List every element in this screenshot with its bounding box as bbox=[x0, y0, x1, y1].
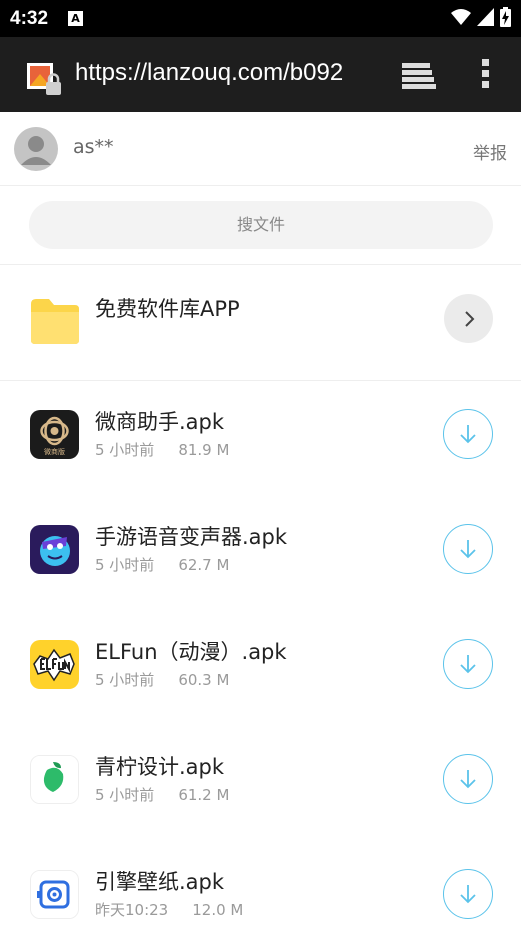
download-arrow-icon bbox=[460, 885, 476, 904]
voice-changer-app-icon bbox=[30, 525, 79, 574]
download-button[interactable] bbox=[443, 869, 493, 919]
tabs-icon[interactable] bbox=[400, 61, 436, 89]
report-link[interactable]: 举报 bbox=[473, 139, 507, 164]
download-button[interactable] bbox=[443, 524, 493, 574]
weishang-app-icon: 微商版 bbox=[30, 410, 79, 459]
file-meta: 5 小时前 60.3 M bbox=[95, 669, 229, 690]
open-folder-button[interactable] bbox=[444, 294, 493, 343]
download-arrow-icon bbox=[460, 770, 476, 789]
file-meta: 5 小时前 81.9 M bbox=[95, 439, 229, 460]
status-time: 4:32 bbox=[10, 8, 49, 29]
engine-wallpaper-app-icon bbox=[30, 870, 79, 919]
wifi-icon bbox=[451, 9, 471, 25]
folder-name: 免费软件库APP bbox=[95, 297, 240, 321]
folder-row[interactable]: 免费软件库APP bbox=[0, 265, 521, 381]
avatar[interactable] bbox=[14, 127, 58, 171]
folder-icon bbox=[31, 299, 79, 344]
chevron-right-icon bbox=[464, 310, 474, 327]
download-arrow-icon bbox=[460, 540, 476, 559]
file-meta: 5 小时前 62.7 M bbox=[95, 554, 229, 575]
file-row[interactable]: 手游语音变声器.apk 5 小时前 62.7 M bbox=[0, 496, 521, 611]
download-button[interactable] bbox=[443, 754, 493, 804]
file-time: 昨天10:23 bbox=[95, 901, 169, 919]
file-meta: 昨天10:23 12.0 M bbox=[95, 899, 243, 920]
browser-toolbar: https://lanzouq.com/b092 bbox=[0, 37, 521, 112]
notification-icon: A bbox=[68, 11, 83, 26]
file-size: 12.0 M bbox=[192, 901, 244, 919]
qingning-app-icon bbox=[30, 755, 79, 804]
download-button[interactable] bbox=[443, 409, 493, 459]
user-icon bbox=[21, 136, 51, 165]
weishang-badge-text: 微商版 bbox=[44, 447, 65, 456]
file-size: 60.3 M bbox=[178, 671, 230, 689]
download-arrow-icon bbox=[460, 655, 476, 674]
file-name: 手游语音变声器.apk bbox=[95, 525, 288, 549]
file-name: ELFun（动漫）.apk bbox=[95, 640, 287, 664]
file-row[interactable]: ELFun（动漫）.apk 5 小时前 60.3 M bbox=[0, 611, 521, 726]
site-favicon-icon bbox=[27, 63, 61, 95]
file-row[interactable]: 青柠设计.apk 5 小时前 61.2 M bbox=[0, 726, 521, 841]
url-field[interactable]: https://lanzouq.com/b092 bbox=[75, 59, 372, 91]
file-meta: 5 小时前 61.2 M bbox=[95, 784, 229, 805]
file-name: 微商助手.apk bbox=[95, 410, 225, 434]
system-icons bbox=[451, 7, 511, 27]
file-row[interactable]: 引擎壁纸.apk 昨天10:23 12.0 M bbox=[0, 841, 521, 930]
file-name: 青柠设计.apk bbox=[95, 755, 225, 779]
battery-icon bbox=[500, 7, 511, 27]
file-time: 5 小时前 bbox=[95, 441, 155, 459]
user-bar: as** 举报 bbox=[0, 112, 521, 186]
file-size: 62.7 M bbox=[178, 556, 230, 574]
file-size: 81.9 M bbox=[178, 441, 230, 459]
signal-icon bbox=[477, 8, 494, 26]
file-time: 5 小时前 bbox=[95, 556, 155, 574]
file-row[interactable]: 微商版 微商助手.apk 5 小时前 81.9 M bbox=[0, 381, 521, 496]
file-size: 61.2 M bbox=[178, 786, 230, 804]
username: as** bbox=[73, 136, 114, 158]
overflow-menu-icon[interactable] bbox=[478, 57, 494, 91]
download-button[interactable] bbox=[443, 639, 493, 689]
elfun-app-icon bbox=[30, 640, 79, 689]
status-bar: 4:32 A bbox=[0, 0, 521, 37]
file-time: 5 小时前 bbox=[95, 671, 155, 689]
file-time: 5 小时前 bbox=[95, 786, 155, 804]
search-section: 搜文件 bbox=[0, 186, 521, 265]
download-arrow-icon bbox=[460, 425, 476, 444]
search-input[interactable]: 搜文件 bbox=[29, 201, 493, 249]
file-name: 引擎壁纸.apk bbox=[95, 870, 225, 894]
